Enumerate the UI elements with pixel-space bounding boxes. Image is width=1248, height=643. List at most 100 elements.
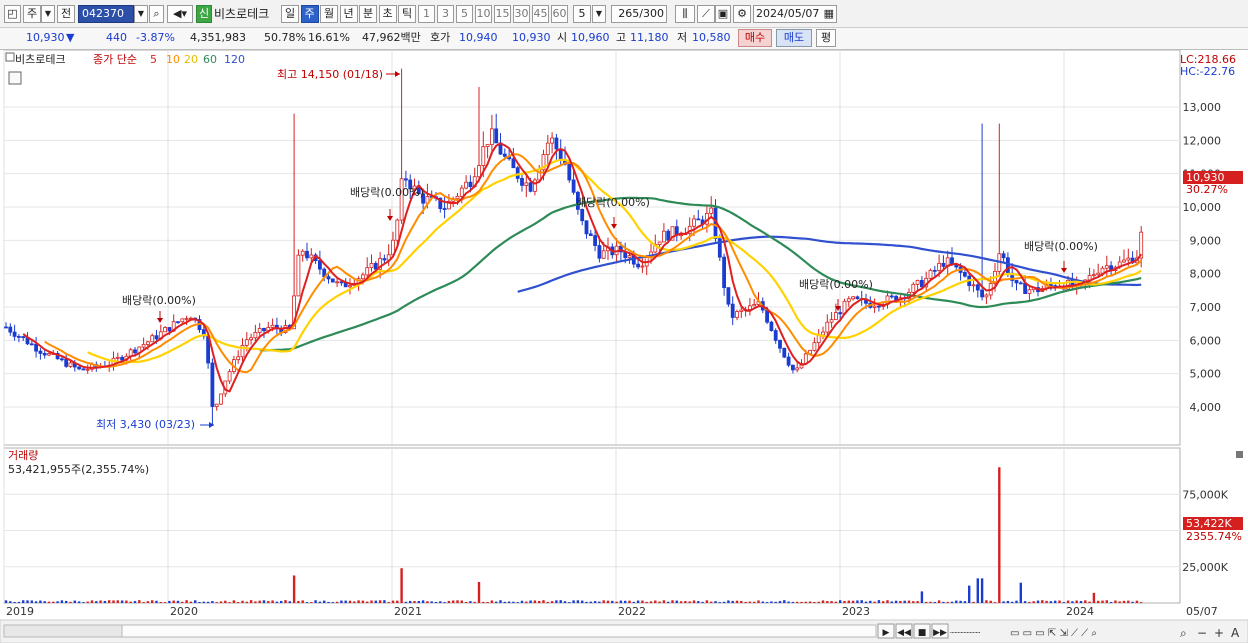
volume-bar <box>963 601 967 603</box>
candle-body <box>666 230 671 241</box>
volume-bar <box>267 601 270 603</box>
volume-bar <box>649 601 653 603</box>
candle-body <box>588 233 593 237</box>
minute-option[interactable]: 3 <box>437 5 454 23</box>
volume-bar <box>486 602 489 603</box>
scroll-track[interactable] <box>3 624 123 638</box>
candle-body <box>791 364 795 371</box>
volume-bar <box>426 601 429 603</box>
volume-bar <box>86 601 89 603</box>
candle-body <box>81 368 86 371</box>
candle-body <box>778 339 782 349</box>
x-axis-label: 2021 <box>394 605 422 618</box>
candle-body <box>317 260 322 270</box>
speaker-icon[interactable]: ◀▾ <box>167 5 193 23</box>
bid-price: 10,930 <box>512 31 551 44</box>
save-icon[interactable]: ▣ <box>715 5 731 23</box>
buy-button[interactable]: 매수 <box>738 29 772 47</box>
volume-bar <box>942 601 945 603</box>
code-dropdown-icon[interactable]: ▼ <box>134 5 148 23</box>
date-input[interactable]: 2024/05/07 ▦ <box>753 5 837 23</box>
volume-bar <box>946 601 949 603</box>
low-annotation: 최저 3,430 (03/23) <box>96 418 195 431</box>
volume-bar <box>108 600 111 603</box>
volume-bar <box>641 600 644 603</box>
layout-icon[interactable]: ◰ <box>4 5 21 23</box>
candle-type-icon[interactable]: ⫼ <box>675 5 695 23</box>
gear-icon[interactable]: ⚙ <box>733 5 751 23</box>
candle-body <box>1096 272 1101 276</box>
x-axis-label: 2024 <box>1066 605 1094 618</box>
volume-bar <box>1049 601 1053 603</box>
volume-bar <box>69 601 72 603</box>
minute-option[interactable]: 60 <box>551 5 568 23</box>
minute-option[interactable]: 10 <box>475 5 492 23</box>
zoom-in-icon[interactable]: + <box>1214 626 1224 640</box>
candle-body <box>692 218 696 227</box>
sell-button[interactable]: 매도 <box>776 29 812 47</box>
trade-amount: 47,962백만 <box>362 31 421 44</box>
minute-option[interactable]: 45 <box>532 5 549 23</box>
custom-period-dropdown-icon[interactable]: ▼ <box>592 5 606 23</box>
candle-body <box>16 335 21 338</box>
period-button[interactable]: 분 <box>359 5 377 23</box>
legend-ma-120: 120 <box>224 53 245 66</box>
volume-bar <box>103 600 107 603</box>
volume-bar <box>972 601 975 603</box>
minute-option[interactable]: 15 <box>494 5 511 23</box>
candle-body <box>528 182 533 192</box>
view-icons[interactable]: ▭ ▭ ▭ ⇱ ⇲ ⟋ ⟋ ⌕ <box>1010 628 1097 639</box>
minute-option[interactable]: 5 <box>456 5 473 23</box>
table-toggle-icon[interactable] <box>8 71 22 85</box>
minute-option[interactable]: 30 <box>513 5 530 23</box>
evaluate-button[interactable]: 평 <box>816 29 836 47</box>
candle-body <box>636 263 640 268</box>
period-button[interactable]: 일 <box>281 5 299 23</box>
stock-code-input[interactable]: 042370 <box>78 5 134 23</box>
zoom-out-icon[interactable]: − <box>1197 626 1207 640</box>
stock-chart[interactable]: 최고 14,150 (01/18) 최저 3,430 (03/23) 배당락(0.0… <box>0 50 1248 643</box>
volume-bar <box>722 601 726 603</box>
volume-bar <box>856 600 859 603</box>
custom-period-value[interactable]: 5 <box>573 5 591 23</box>
period-button[interactable]: 월 <box>320 5 338 23</box>
volume-bar <box>112 600 115 603</box>
search-icon[interactable]: ⌕ <box>149 5 164 23</box>
scroll-thumb[interactable] <box>121 624 877 638</box>
candle-body <box>533 179 537 192</box>
price-axis-label: 5,000 <box>1190 368 1222 381</box>
prev-button[interactable]: 전 <box>57 5 75 23</box>
candle-body <box>915 280 920 285</box>
zoom-slider[interactable]: ┈┈┈┈┈ <box>950 628 980 639</box>
price-axis-label: 6,000 <box>1190 334 1222 347</box>
bar-count-max: /300 <box>639 7 664 20</box>
bar-count-field[interactable]: 265/300 <box>611 5 667 23</box>
volume-bar <box>770 601 773 603</box>
x-axis-label: 2022 <box>618 605 646 618</box>
period-button[interactable]: 초 <box>378 5 397 23</box>
candle-body <box>932 269 937 272</box>
market-type-select[interactable]: 주 <box>23 5 41 23</box>
volume-bar <box>589 601 592 603</box>
candle-body <box>477 165 481 178</box>
zoom-search-icon[interactable]: ⌕ <box>1180 626 1187 640</box>
volume-bar <box>469 601 472 603</box>
pane-close-icon[interactable] <box>1236 451 1243 458</box>
volume-bar <box>1011 601 1014 603</box>
open-price: 10,960 <box>571 31 610 44</box>
chevron-down-icon[interactable]: ▼ <box>41 5 55 23</box>
volume-bar <box>241 600 244 603</box>
minute-option[interactable]: 1 <box>418 5 435 23</box>
volume-bar <box>529 600 532 603</box>
line-tool-icon[interactable]: ⟋ <box>697 5 715 23</box>
volume-bar <box>288 601 291 603</box>
font-size-icon[interactable]: A <box>1231 626 1240 640</box>
calendar-icon[interactable]: ▦ <box>824 6 834 22</box>
period-button[interactable]: 틱 <box>398 5 416 23</box>
volume-bar <box>796 601 799 603</box>
volume-bar <box>834 601 838 603</box>
period-button[interactable]: 년 <box>339 5 358 23</box>
price-axis-label: 12,000 <box>1183 134 1222 147</box>
candle-body <box>305 250 309 259</box>
period-button[interactable]: 주 <box>300 5 319 23</box>
